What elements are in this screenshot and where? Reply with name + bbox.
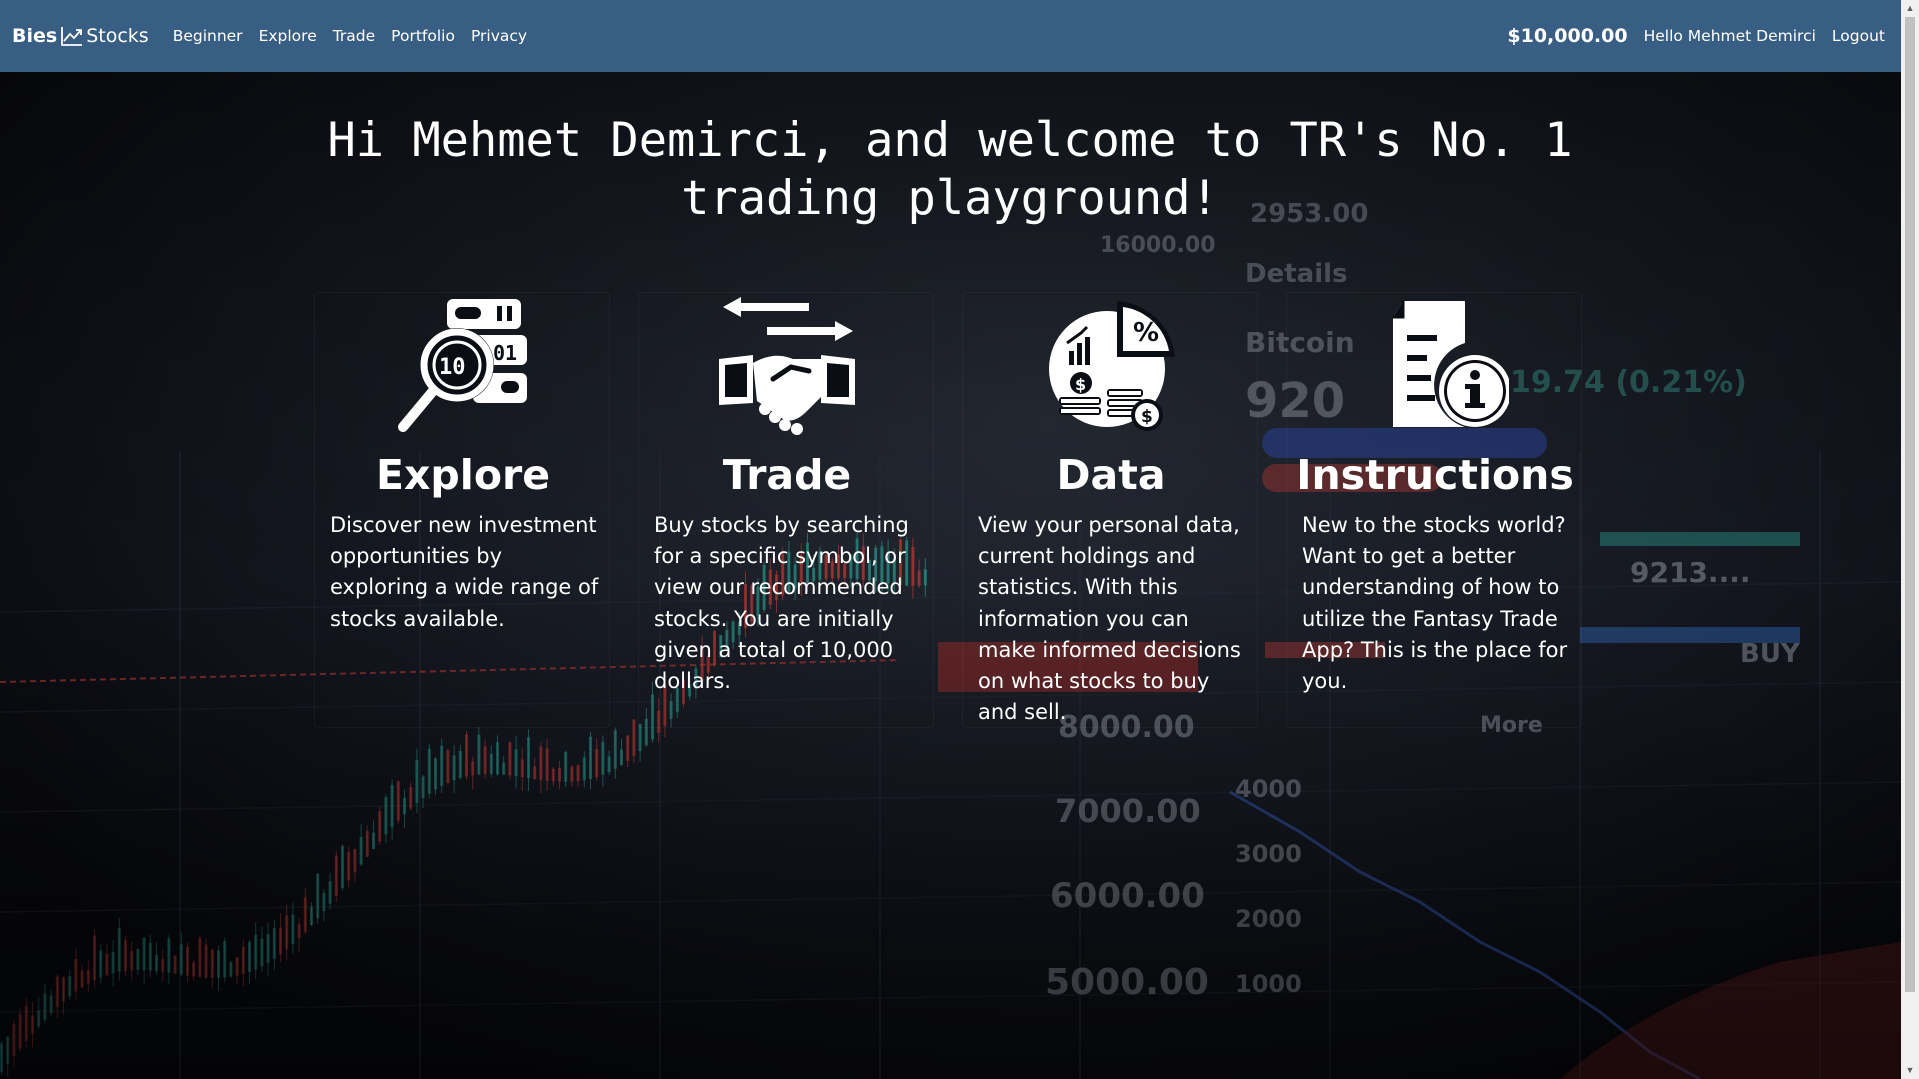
nav-link-privacy[interactable]: Privacy bbox=[471, 27, 527, 45]
page-title: Hi Mehmet Demirci, and welcome to TR's N… bbox=[300, 112, 1600, 228]
page-title-line-1: Hi Mehmet Demirci, and welcome to TR's N… bbox=[327, 113, 1573, 168]
svg-text:10: 10 bbox=[439, 355, 466, 380]
brand-name-second: Stocks bbox=[86, 25, 149, 47]
card-text-data: View your personal data, current holding… bbox=[978, 513, 1241, 725]
brand-name-first: Bies bbox=[12, 25, 58, 47]
feature-card-instructions[interactable]: Instructions New to the stocks world? Wa… bbox=[1286, 292, 1582, 728]
logout-link[interactable]: Logout bbox=[1832, 27, 1885, 45]
svg-text:$: $ bbox=[1075, 375, 1086, 394]
user-greeting: Hello Mehmet Demirci bbox=[1643, 27, 1816, 45]
nav-link-explore[interactable]: Explore bbox=[259, 27, 317, 45]
feature-card-explore[interactable]: 10 01 Explore Discover new investment op… bbox=[314, 292, 610, 728]
card-title-data: Data bbox=[1056, 451, 1166, 499]
nav-links: Beginner Explore Trade Portfolio Privacy bbox=[173, 27, 543, 45]
document-info-icon bbox=[1393, 301, 1509, 427]
card-title-instructions: Instructions bbox=[1296, 451, 1574, 499]
database-search-icon: 10 01 bbox=[398, 299, 527, 432]
pie-chart-coins-icon: % $ $ bbox=[1049, 301, 1175, 431]
scroll-down-arrow-icon[interactable]: ▼ bbox=[1901, 1062, 1919, 1079]
brand-logo[interactable]: Bies Stocks bbox=[12, 25, 149, 47]
feature-card-data[interactable]: % $ $ Data View your personal data, curr… bbox=[962, 292, 1258, 728]
scrollbar-thumb[interactable] bbox=[1905, 17, 1915, 992]
svg-text:$: $ bbox=[1141, 407, 1153, 427]
handshake-exchange-icon bbox=[719, 297, 855, 435]
nav-right: $10,000.00 Hello Mehmet Demirci Logout bbox=[1507, 25, 1885, 47]
nav-link-portfolio[interactable]: Portfolio bbox=[391, 27, 455, 45]
card-text-trade: Buy stocks by searching for a specific s… bbox=[654, 513, 909, 694]
svg-text:%: % bbox=[1133, 318, 1159, 348]
account-balance: $10,000.00 bbox=[1507, 25, 1628, 47]
scroll-up-arrow-icon[interactable]: ▲ bbox=[1901, 0, 1919, 17]
page-scrollbar[interactable]: ▲ ▼ bbox=[1901, 0, 1919, 1079]
card-title-trade: Trade bbox=[722, 451, 852, 499]
svg-text:01: 01 bbox=[493, 341, 517, 365]
nav-link-trade[interactable]: Trade bbox=[333, 27, 375, 45]
navbar: Bies Stocks Beginner Explore Trade Portf… bbox=[0, 0, 1901, 72]
nav-link-beginner[interactable]: Beginner bbox=[173, 27, 243, 45]
card-text-instructions: New to the stocks world? Want to get a b… bbox=[1302, 513, 1568, 694]
page-title-line-2: trading playground! bbox=[681, 171, 1219, 226]
page: 16000.00 8000.00 7000.00 6000.00 5000.00… bbox=[0, 0, 1919, 1079]
card-title-explore: Explore bbox=[375, 451, 551, 499]
trending-up-icon bbox=[61, 27, 83, 46]
feature-card-trade[interactable]: Trade Buy stocks by searching for a spec… bbox=[638, 292, 934, 728]
card-text-explore: Discover new investment opportunities by… bbox=[330, 513, 599, 631]
